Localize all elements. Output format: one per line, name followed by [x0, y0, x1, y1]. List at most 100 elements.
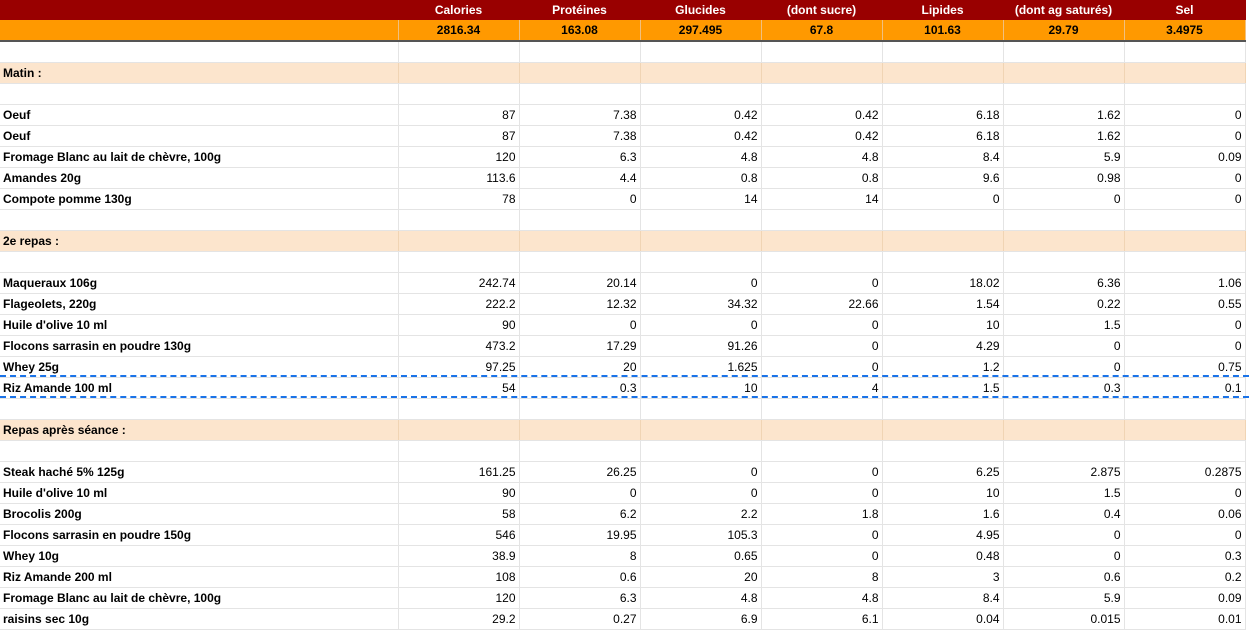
- empty-cell[interactable]: [398, 83, 520, 105]
- value-cell[interactable]: 161.25: [398, 461, 520, 483]
- value-cell[interactable]: 0.42: [761, 125, 883, 147]
- empty-cell[interactable]: [882, 41, 1004, 63]
- section-cell[interactable]: [761, 419, 883, 441]
- section-title[interactable]: Matin :: [0, 62, 399, 84]
- empty-cell[interactable]: [519, 41, 641, 63]
- value-cell[interactable]: 34.32: [640, 293, 762, 315]
- column-header[interactable]: Glucides: [640, 0, 762, 20]
- value-cell[interactable]: 0: [640, 461, 762, 483]
- value-cell[interactable]: 6.2: [519, 503, 641, 525]
- value-cell[interactable]: 0: [640, 314, 762, 336]
- section-cell[interactable]: [519, 62, 641, 84]
- food-name-cell[interactable]: raisins sec 10g: [0, 608, 399, 630]
- value-cell[interactable]: 0: [882, 188, 1004, 210]
- total-cell[interactable]: 101.63: [882, 20, 1004, 42]
- value-cell[interactable]: 0.65: [640, 545, 762, 567]
- section-title[interactable]: Repas après séance :: [0, 419, 399, 441]
- empty-cell[interactable]: [1003, 209, 1125, 231]
- value-cell[interactable]: 2.2: [640, 503, 762, 525]
- empty-cell[interactable]: [761, 83, 883, 105]
- value-cell[interactable]: 242.74: [398, 272, 520, 294]
- column-header[interactable]: [0, 0, 399, 20]
- value-cell[interactable]: 9.6: [882, 167, 1004, 189]
- empty-cell[interactable]: [761, 440, 883, 462]
- total-cell[interactable]: 297.495: [640, 20, 762, 42]
- value-cell[interactable]: 113.6: [398, 167, 520, 189]
- empty-cell[interactable]: [761, 398, 883, 420]
- value-cell[interactable]: 0.48: [882, 545, 1004, 567]
- value-cell[interactable]: 0: [761, 524, 883, 546]
- empty-cell[interactable]: [519, 440, 641, 462]
- food-name-cell[interactable]: Whey 10g: [0, 545, 399, 567]
- section-cell[interactable]: [761, 62, 883, 84]
- value-cell[interactable]: 546: [398, 524, 520, 546]
- value-cell[interactable]: 1.5: [1003, 482, 1125, 504]
- value-cell[interactable]: 0: [1124, 104, 1246, 126]
- value-cell[interactable]: 19.95: [519, 524, 641, 546]
- value-cell[interactable]: 4.8: [640, 146, 762, 168]
- empty-cell[interactable]: [640, 83, 762, 105]
- value-cell[interactable]: 1.8: [761, 503, 883, 525]
- value-cell[interactable]: 91.26: [640, 335, 762, 357]
- empty-cell[interactable]: [1124, 209, 1246, 231]
- food-name-cell[interactable]: Oeuf: [0, 125, 399, 147]
- value-cell[interactable]: 20: [640, 566, 762, 588]
- value-cell[interactable]: 0.09: [1124, 146, 1246, 168]
- value-cell[interactable]: 0.3: [1124, 545, 1246, 567]
- total-cell[interactable]: [0, 20, 399, 42]
- value-cell[interactable]: 0.2: [1124, 566, 1246, 588]
- value-cell[interactable]: 0.015: [1003, 608, 1125, 630]
- value-cell[interactable]: 1.6: [882, 503, 1004, 525]
- empty-cell[interactable]: [0, 83, 399, 105]
- section-cell[interactable]: [519, 419, 641, 441]
- value-cell[interactable]: 10: [882, 314, 1004, 336]
- value-cell[interactable]: 4.29: [882, 335, 1004, 357]
- value-cell[interactable]: 0.42: [640, 125, 762, 147]
- value-cell[interactable]: 78: [398, 188, 520, 210]
- empty-cell[interactable]: [882, 251, 1004, 273]
- value-cell[interactable]: 29.2: [398, 608, 520, 630]
- value-cell[interactable]: 22.66: [761, 293, 883, 315]
- empty-cell[interactable]: [519, 251, 641, 273]
- value-cell[interactable]: 0.09: [1124, 587, 1246, 609]
- empty-cell[interactable]: [640, 440, 762, 462]
- empty-cell[interactable]: [1003, 41, 1125, 63]
- value-cell[interactable]: 87: [398, 125, 520, 147]
- section-cell[interactable]: [398, 62, 520, 84]
- value-cell[interactable]: 4.95: [882, 524, 1004, 546]
- empty-cell[interactable]: [519, 83, 641, 105]
- value-cell[interactable]: 105.3: [640, 524, 762, 546]
- food-name-cell[interactable]: Fromage Blanc au lait de chèvre, 100g: [0, 146, 399, 168]
- value-cell[interactable]: 0.4: [1003, 503, 1125, 525]
- value-cell[interactable]: 0: [1003, 524, 1125, 546]
- empty-cell[interactable]: [1003, 251, 1125, 273]
- value-cell[interactable]: 0: [519, 314, 641, 336]
- empty-cell[interactable]: [519, 209, 641, 231]
- value-cell[interactable]: 1.62: [1003, 104, 1125, 126]
- value-cell[interactable]: 0.42: [761, 104, 883, 126]
- empty-cell[interactable]: [640, 41, 762, 63]
- column-header[interactable]: (dont sucre): [761, 0, 883, 20]
- value-cell[interactable]: 120: [398, 146, 520, 168]
- value-cell[interactable]: 4.8: [761, 587, 883, 609]
- section-cell[interactable]: [1124, 419, 1246, 441]
- empty-cell[interactable]: [1003, 398, 1125, 420]
- empty-cell[interactable]: [398, 251, 520, 273]
- value-cell[interactable]: 8.4: [882, 146, 1004, 168]
- value-cell[interactable]: 14: [761, 188, 883, 210]
- value-cell[interactable]: 1.06: [1124, 272, 1246, 294]
- value-cell[interactable]: 108: [398, 566, 520, 588]
- value-cell[interactable]: 6.18: [882, 125, 1004, 147]
- value-cell[interactable]: 6.3: [519, 587, 641, 609]
- empty-cell[interactable]: [761, 41, 883, 63]
- value-cell[interactable]: 0.42: [640, 104, 762, 126]
- empty-cell[interactable]: [1124, 398, 1246, 420]
- section-cell[interactable]: [1003, 230, 1125, 252]
- value-cell[interactable]: 38.9: [398, 545, 520, 567]
- value-cell[interactable]: 0: [761, 545, 883, 567]
- empty-cell[interactable]: [882, 398, 1004, 420]
- value-cell[interactable]: 20.14: [519, 272, 641, 294]
- value-cell[interactable]: 0.27: [519, 608, 641, 630]
- value-cell[interactable]: 12.32: [519, 293, 641, 315]
- value-cell[interactable]: 0.55: [1124, 293, 1246, 315]
